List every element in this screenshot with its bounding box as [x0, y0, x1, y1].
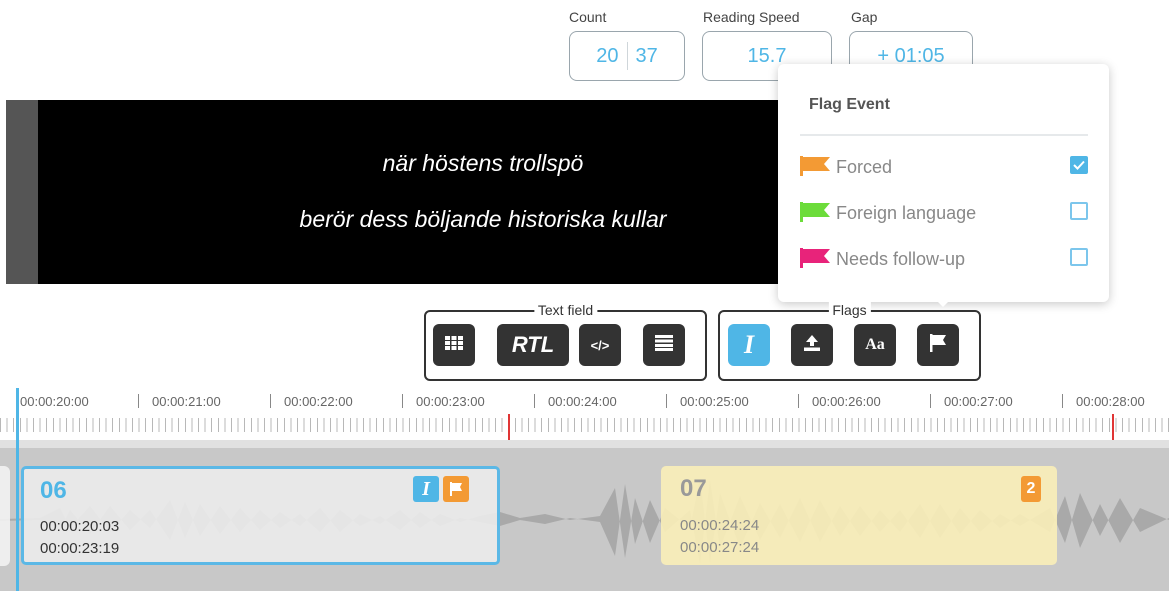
popup-title: Flag Event	[809, 96, 890, 113]
video-left-bar	[6, 100, 38, 284]
italic-icon: I	[743, 330, 755, 359]
flag-option-foreign-language[interactable]: Foreign language	[798, 198, 1089, 226]
minor-ticks	[0, 418, 1169, 432]
event-number: 06	[40, 477, 67, 504]
count-box: 20 37	[569, 31, 685, 81]
gap-label: Gap	[851, 9, 878, 25]
event-number: 07	[680, 475, 707, 502]
grid-button[interactable]	[433, 324, 475, 366]
tick-separator	[138, 394, 139, 408]
tick-separator	[402, 394, 403, 408]
tick-label: 00:00:25:00	[680, 394, 749, 409]
tick-label: 00:00:20:00	[20, 394, 89, 409]
event-end-time: 00:00:27:24	[680, 539, 760, 556]
font-case-icon: Aa	[865, 336, 885, 353]
track-top-strip	[0, 440, 1169, 448]
reading-speed-label: Reading Speed	[703, 9, 800, 25]
tick-separator	[1062, 394, 1063, 408]
align-justify-button[interactable]	[643, 324, 685, 366]
event-07[interactable]: 07 00:00:24:24 00:00:27:24 2	[661, 466, 1057, 565]
forced-flag-icon	[800, 156, 832, 181]
code-button[interactable]: </>	[579, 324, 621, 366]
shot-change-marker	[1112, 414, 1114, 440]
tick-label: 00:00:24:00	[548, 394, 617, 409]
italic-button[interactable]: I	[728, 324, 770, 366]
count-current: 20	[596, 44, 619, 67]
event-06[interactable]: 06 00:00:20:03 00:00:23:19 I	[21, 466, 500, 565]
align-justify-icon	[655, 334, 673, 356]
forced-flag-icon	[443, 476, 469, 502]
tick-label: 00:00:21:00	[152, 394, 221, 409]
playhead[interactable]	[16, 388, 19, 591]
count-label: Count	[569, 9, 607, 25]
flag-option-forced[interactable]: Forced	[798, 152, 1089, 180]
popup-arrow	[935, 299, 951, 307]
tick-separator	[930, 394, 931, 408]
tick-separator	[798, 394, 799, 408]
tick-separator	[270, 394, 271, 408]
count-separator	[626, 42, 628, 70]
rtl-button[interactable]: RTL	[497, 324, 569, 366]
popup-divider	[800, 134, 1088, 136]
tick-separator	[534, 394, 535, 408]
foreign-language-label: Foreign language	[836, 203, 977, 223]
foreign-language-checkbox[interactable]	[1070, 202, 1088, 220]
event-start-time: 00:00:20:03	[40, 518, 120, 535]
tick-label: 00:00:22:00	[284, 394, 353, 409]
upload-icon	[803, 334, 821, 357]
timeline-ruler[interactable]: 00:00:20:00 00:00:21:00 00:00:22:00 00:0…	[0, 388, 1169, 442]
shot-change-marker	[508, 414, 510, 440]
italic-flag-icon: I	[413, 476, 439, 502]
flag-option-needs-follow-up[interactable]: Needs follow-up	[798, 244, 1089, 272]
needs-follow-up-label: Needs follow-up	[836, 249, 966, 269]
previous-event[interactable]	[0, 466, 10, 566]
flag-icon	[928, 333, 948, 358]
text-field-legend: Text field	[533, 302, 598, 318]
tick-label: 00:00:27:00	[944, 394, 1013, 409]
tick-label: 00:00:26:00	[812, 394, 881, 409]
event-end-time: 00:00:23:19	[40, 540, 120, 557]
tick-label: 00:00:28:00	[1076, 394, 1145, 409]
forced-checkbox[interactable]	[1070, 156, 1088, 174]
font-case-button[interactable]: Aa	[854, 324, 896, 366]
foreign-language-flag-icon	[800, 202, 832, 227]
issue-count-badge: 2	[1021, 476, 1041, 502]
flag-event-popup: Flag Event Forced Foreign language Needs…	[778, 64, 1109, 302]
flags-legend: Flags	[828, 302, 871, 318]
event-start-time: 00:00:24:24	[680, 517, 760, 534]
rtl-icon: RTL	[511, 332, 555, 357]
tick-label: 00:00:23:00	[416, 394, 485, 409]
count-total: 37	[635, 44, 658, 67]
code-icon: </>	[590, 337, 610, 353]
needs-follow-up-flag-icon	[800, 248, 832, 273]
grid-icon	[445, 335, 463, 355]
forced-label: Forced	[836, 157, 893, 177]
tick-separator	[666, 394, 667, 408]
needs-follow-up-checkbox[interactable]	[1070, 248, 1088, 266]
flag-button[interactable]	[917, 324, 959, 366]
upload-button[interactable]	[791, 324, 833, 366]
